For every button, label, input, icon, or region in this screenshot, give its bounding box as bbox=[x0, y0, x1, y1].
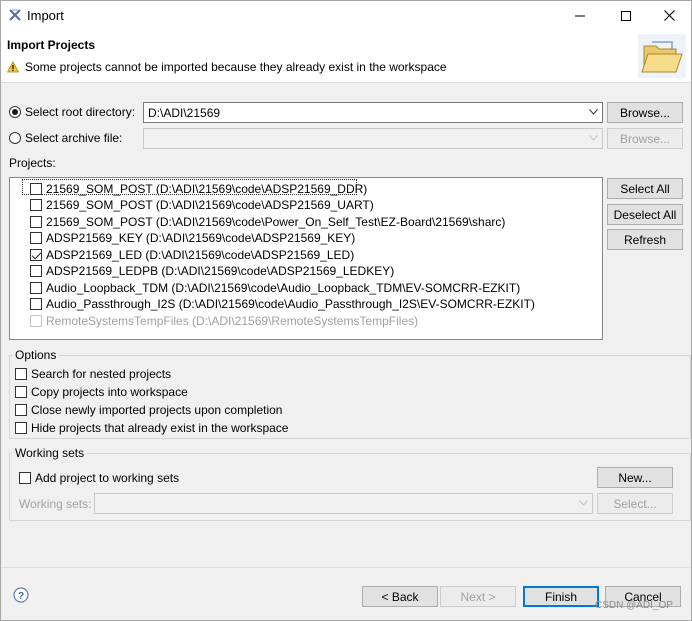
root-directory-label: Select root directory: bbox=[25, 105, 136, 119]
page-title: Import Projects bbox=[7, 38, 96, 52]
list-item[interactable]: 21569_SOM_POST (D:\ADI\21569\code\ADSP21… bbox=[30, 197, 374, 213]
root-directory-combo[interactable]: D:\ADI\21569 bbox=[143, 102, 603, 123]
next-button[interactable]: Next > bbox=[440, 586, 516, 607]
new-working-set-button[interactable]: New... bbox=[597, 467, 673, 488]
list-item[interactable]: ADSP21569_KEY (D:\ADI\21569\code\ADSP215… bbox=[30, 230, 355, 246]
banner-message: Some projects cannot be imported because… bbox=[7, 60, 447, 74]
copy-projects-option[interactable]: Copy projects into workspace bbox=[15, 385, 188, 399]
deselect-all-button[interactable]: Deselect All bbox=[607, 204, 683, 225]
eclipse-app-icon bbox=[9, 9, 21, 21]
close-imported-checkbox[interactable] bbox=[15, 404, 27, 416]
help-icon[interactable]: ? bbox=[13, 587, 29, 603]
title-bar: Import bbox=[1, 1, 691, 30]
warning-text: Some projects cannot be imported because… bbox=[25, 60, 447, 74]
projects-list[interactable]: 21569_SOM_POST (D:\ADI\21569\code\ADSP21… bbox=[9, 177, 603, 340]
browse-archive-button[interactable]: Browse... bbox=[607, 128, 683, 149]
chevron-down-icon[interactable] bbox=[577, 497, 589, 509]
working-sets-title: Working sets bbox=[12, 446, 88, 460]
footer-divider bbox=[1, 567, 691, 568]
maximize-icon[interactable] bbox=[603, 1, 649, 30]
working-sets-label: Working sets: bbox=[19, 497, 92, 511]
list-item: RemoteSystemsTempFiles (D:\ADI\21569\Rem… bbox=[30, 313, 418, 329]
working-sets-combo[interactable] bbox=[94, 493, 593, 514]
list-item[interactable]: ADSP21569_LED (D:\ADI\21569\code\ADSP215… bbox=[30, 247, 354, 263]
hide-existing-checkbox[interactable] bbox=[15, 422, 27, 434]
archive-file-combo[interactable] bbox=[143, 128, 603, 149]
warning-icon bbox=[7, 61, 19, 73]
select-all-button[interactable]: Select All bbox=[607, 178, 683, 199]
refresh-button[interactable]: Refresh bbox=[607, 229, 683, 250]
archive-file-label: Select archive file: bbox=[25, 131, 123, 145]
archive-file-option[interactable]: Select archive file: bbox=[9, 131, 122, 145]
project-checkbox bbox=[30, 315, 42, 327]
close-icon[interactable] bbox=[646, 1, 692, 30]
project-checkbox[interactable] bbox=[30, 282, 42, 294]
archive-file-radio[interactable] bbox=[9, 132, 21, 144]
browse-root-button[interactable]: Browse... bbox=[607, 102, 683, 123]
hide-existing-option[interactable]: Hide projects that already exist in the … bbox=[15, 421, 288, 435]
project-checkbox[interactable] bbox=[30, 199, 42, 211]
chevron-down-icon[interactable] bbox=[587, 132, 599, 144]
root-directory-radio[interactable] bbox=[9, 106, 21, 118]
list-item[interactable]: Audio_Loopback_TDM (D:\ADI\21569\code\Au… bbox=[30, 280, 520, 296]
svg-text:?: ? bbox=[18, 591, 24, 602]
finish-button[interactable]: Finish bbox=[523, 586, 599, 607]
project-checkbox[interactable] bbox=[30, 298, 42, 310]
chevron-down-icon[interactable] bbox=[587, 106, 599, 118]
wizard-banner: Import Projects Some projects cannot be … bbox=[1, 30, 691, 83]
root-directory-value: D:\ADI\21569 bbox=[148, 105, 221, 120]
search-nested-checkbox[interactable] bbox=[15, 368, 27, 380]
options-title: Options bbox=[12, 348, 60, 362]
window-title: Import bbox=[27, 8, 64, 23]
project-checkbox[interactable] bbox=[30, 265, 42, 277]
add-to-working-sets-option[interactable]: Add project to working sets bbox=[19, 471, 179, 485]
project-checkbox[interactable] bbox=[30, 216, 42, 228]
back-button[interactable]: < Back bbox=[362, 586, 438, 607]
import-dialog: Import Import Projects Some projects can… bbox=[0, 0, 692, 621]
add-to-working-sets-checkbox[interactable] bbox=[19, 472, 31, 484]
minimize-icon[interactable] bbox=[557, 1, 603, 30]
focus-rect bbox=[22, 179, 357, 195]
folder-import-icon bbox=[638, 34, 686, 78]
list-item[interactable]: ADSP21569_LEDPB (D:\ADI\21569\code\ADSP2… bbox=[30, 263, 394, 279]
watermark: CSDN @ADI_OP bbox=[595, 600, 673, 611]
projects-label: Projects: bbox=[9, 156, 56, 170]
project-checkbox[interactable] bbox=[30, 232, 42, 244]
select-working-set-button[interactable]: Select... bbox=[597, 493, 673, 514]
copy-projects-checkbox[interactable] bbox=[15, 386, 27, 398]
close-imported-option[interactable]: Close newly imported projects upon compl… bbox=[15, 403, 282, 417]
project-checkbox[interactable] bbox=[30, 249, 42, 261]
list-item[interactable]: 21569_SOM_POST (D:\ADI\21569\code\Power_… bbox=[30, 214, 505, 230]
root-directory-option[interactable]: Select root directory: bbox=[9, 105, 135, 119]
search-nested-option[interactable]: Search for nested projects bbox=[15, 367, 171, 381]
list-item[interactable]: Audio_Passthrough_I2S (D:\ADI\21569\code… bbox=[30, 296, 535, 312]
